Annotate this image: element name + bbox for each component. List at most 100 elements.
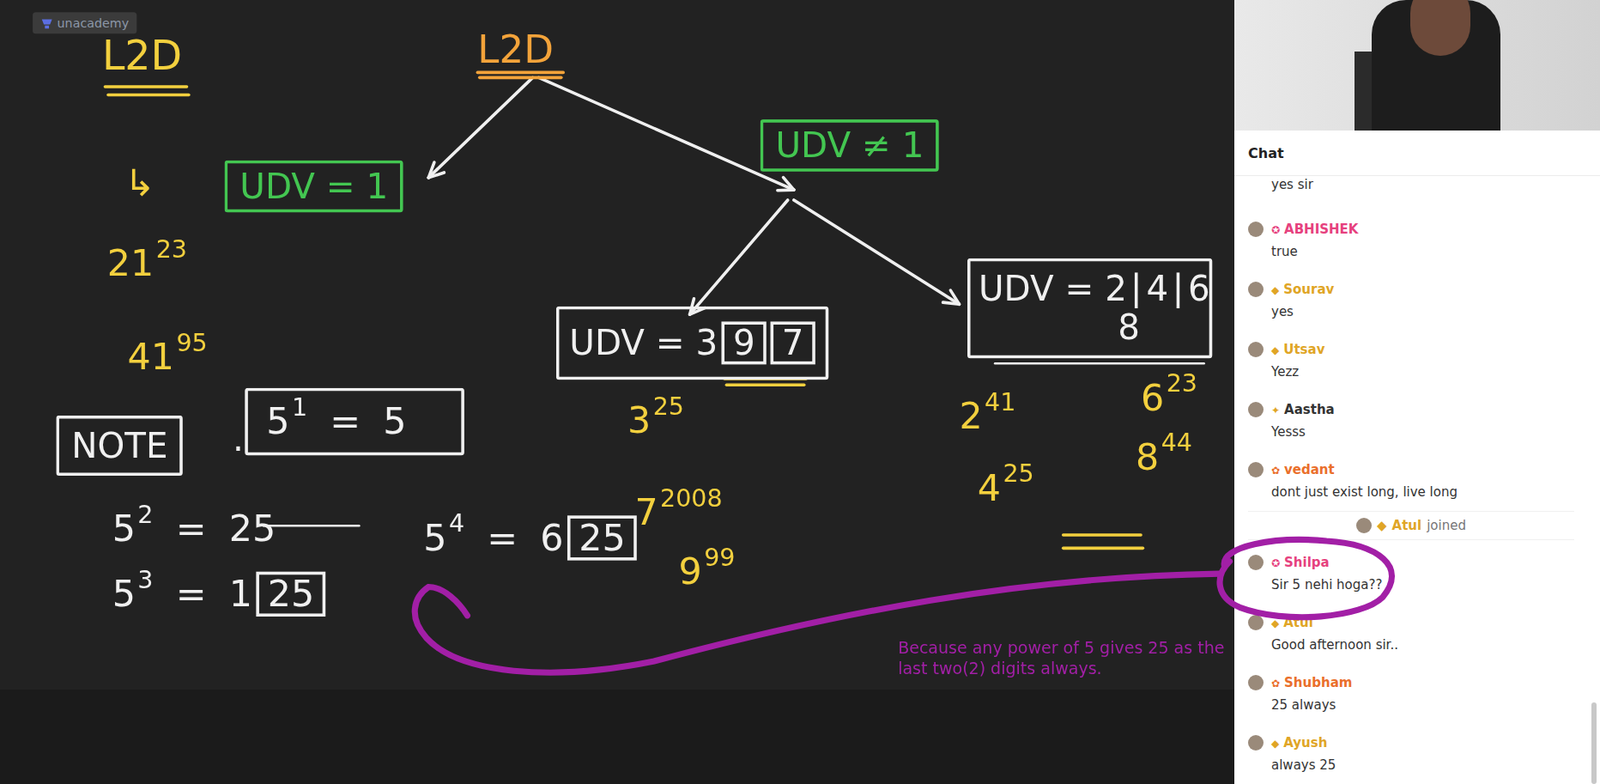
power-exponent: 95 xyxy=(175,328,207,358)
chat-message: ✪ShilpaSir 5 nehi hoga?? xyxy=(1248,543,1575,604)
node-digit: 7 xyxy=(770,321,816,364)
message-text: dont just exist long, live long xyxy=(1271,483,1458,501)
power-base: 2 xyxy=(958,394,982,437)
message-text: yes xyxy=(1271,303,1334,321)
power-base: 4 xyxy=(977,466,1001,509)
power-example: 325 xyxy=(627,400,685,441)
message-name-line: ◆Atul xyxy=(1271,613,1399,632)
user-name: Aastha xyxy=(1284,401,1335,418)
user-badge-icon: ◆ xyxy=(1271,344,1279,357)
message-body: ◆Souravyes xyxy=(1271,280,1334,331)
power-example: 844 xyxy=(1135,436,1193,478)
digit-separator xyxy=(1134,272,1139,309)
power-rule: 52=25 xyxy=(112,508,276,549)
message-body: ✦ Aastha Yesss xyxy=(1271,400,1335,451)
user-badge-icon: ✪ xyxy=(1271,557,1280,570)
board-bottom-band xyxy=(0,689,1235,784)
chat-message: ◆UtsavYezz xyxy=(1248,330,1575,391)
message-text: yes sir xyxy=(1271,175,1314,194)
logo-text: unacademy xyxy=(57,15,130,31)
power-result: 25 xyxy=(229,507,276,550)
message-text: true xyxy=(1271,242,1358,261)
power-exponent: 23 xyxy=(1166,369,1198,398)
power-exponent: 23 xyxy=(156,234,188,263)
message-text: 25 always xyxy=(1271,696,1352,714)
user-name: vedant xyxy=(1284,461,1335,478)
user-avatar xyxy=(1248,281,1264,297)
power-base: 5 xyxy=(423,516,447,559)
chat-list: yes sir ✪ABHISHEK true ◆Souravyes◆UtsavYezz… xyxy=(1234,175,1600,784)
system-text: joined xyxy=(1426,517,1467,534)
power-example: 999 xyxy=(678,551,736,592)
side-panel: Chatyes sir ✪ABHISHEK true ◆Souravyes◆Utsav… xyxy=(1234,0,1600,784)
tree-node-odd: UDV = 397 xyxy=(556,306,829,380)
user-name: Shilpa xyxy=(1284,554,1330,570)
user-avatar xyxy=(1248,674,1264,691)
node-label: UDV = xyxy=(978,266,1105,309)
tree-node-even: UDV = 2468 xyxy=(967,258,1213,358)
user-avatar xyxy=(1248,734,1264,751)
power-result: 1 xyxy=(229,572,253,615)
user-avatar xyxy=(1356,517,1372,534)
chat-message: ◆ Ayush always 25 xyxy=(1248,723,1575,784)
user-avatar xyxy=(1248,401,1264,418)
node-digit: 8 xyxy=(1117,306,1140,348)
power-example: 425 xyxy=(977,466,1035,508)
whiteboard: unacademyL2D↳L2DUDV = 1UDV ≠ 1UDV = 397U… xyxy=(0,0,1235,784)
chat-message: ✪ABHISHEK true xyxy=(1248,210,1575,271)
node-digit: 4 xyxy=(1146,266,1170,309)
user-name: Atul xyxy=(1283,614,1314,631)
user-badge-icon: ✿ xyxy=(1271,464,1280,477)
chat-message: ✦ Aastha Yesss xyxy=(1248,390,1575,451)
message-body: yes sir xyxy=(1271,175,1314,211)
unacademy-logo: unacademy xyxy=(32,12,138,34)
digit-separator xyxy=(1176,272,1181,309)
node-label: UDV = xyxy=(569,321,696,363)
user-badge-icon: ✿ xyxy=(1271,677,1280,690)
message-body: ✪ShilpaSir 5 nehi hoga?? xyxy=(1271,553,1382,604)
highlight-overlay xyxy=(0,0,1600,784)
tree-node-right: UDV ≠ 1 xyxy=(760,119,940,172)
power-base: 3 xyxy=(627,399,651,442)
user-badge-icon: ◆ xyxy=(1376,517,1388,534)
annotation-text: Because any power of 5 gives 25 as the l… xyxy=(897,637,1225,679)
node-line: 8 xyxy=(978,308,1201,346)
message-text: Yezz xyxy=(1271,363,1325,381)
message-name-line: ✪ABHISHEK xyxy=(1271,220,1358,239)
arrow-mark: ↳ xyxy=(124,163,156,204)
equals-sign: = xyxy=(329,400,361,443)
user-badge-icon: ✪ xyxy=(1271,224,1280,237)
message-body: ◆ Ayush always 25 xyxy=(1271,733,1336,784)
message-name-line: ✿ Shubham xyxy=(1271,673,1352,692)
message-body: ✪ABHISHEK true xyxy=(1271,220,1358,271)
user-badge-icon: ◆ xyxy=(1271,737,1279,750)
power-rule: 53=125 xyxy=(112,571,327,617)
power-example: 2123 xyxy=(107,242,188,284)
power-rule: 54=625 xyxy=(423,515,637,560)
message-name-line: ✪ Shilpa xyxy=(1271,553,1382,572)
power-result-boxed: 25 xyxy=(567,515,637,560)
user-name: Shubham xyxy=(1284,674,1352,691)
user-avatar xyxy=(1248,554,1264,570)
power-exponent: 2008 xyxy=(660,483,723,512)
user-name: Atul xyxy=(1392,517,1423,534)
power-result: 6 xyxy=(539,516,564,559)
message-name-line: ✦ Aastha xyxy=(1271,400,1335,419)
power-rule: 51=5 xyxy=(244,387,465,455)
chat-title: Chat xyxy=(1234,130,1600,176)
chat-scrollbar[interactable] xyxy=(1591,702,1597,784)
power-result: 5 xyxy=(382,400,407,443)
message-text: always 25 xyxy=(1271,756,1336,774)
user-avatar xyxy=(1248,221,1264,237)
power-exponent: 99 xyxy=(703,542,735,571)
user-name: Ayush xyxy=(1283,734,1328,751)
chat-message: ◆Souravyes xyxy=(1248,270,1575,331)
message-text: Good afternoon sir.. xyxy=(1271,636,1399,654)
avatar-spacer xyxy=(1248,175,1264,211)
board-heading: L2D xyxy=(102,32,182,78)
message-text: Yesss xyxy=(1271,423,1335,441)
user-badge-icon: ✦ xyxy=(1271,404,1280,417)
power-base: 21 xyxy=(107,242,154,285)
node-digit: 9 xyxy=(721,321,767,364)
message-name-line: ◆ Ayush xyxy=(1271,733,1336,752)
